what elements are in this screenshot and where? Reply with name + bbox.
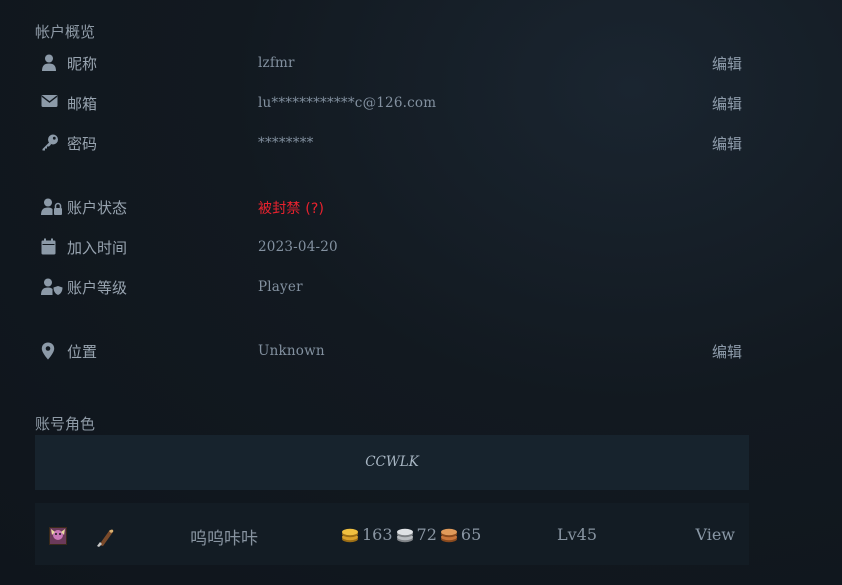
characters-title: 账号角色 [35, 415, 96, 433]
overview-title: 帐户概览 [35, 23, 96, 41]
status-badge[interactable]: 被封禁 (?) [258, 198, 324, 218]
user-icon [41, 54, 61, 72]
account-level-row: 账户等级 Player [35, 275, 749, 299]
user-lock-icon [41, 198, 62, 216]
email-value: lu************c@126.com [258, 95, 437, 111]
joined-label: 加入时间 [67, 239, 128, 257]
gold-coin-icon [340, 524, 360, 544]
nickname-value: lzfmr [258, 55, 295, 71]
password-label: 密码 [67, 135, 98, 153]
copper-amount: 65 [460, 524, 482, 544]
character-name: 呜呜咔咔 [190, 529, 258, 549]
calendar-icon [41, 238, 61, 256]
edit-password-button[interactable]: 编辑 [712, 133, 742, 154]
email-label: 邮箱 [67, 95, 98, 113]
status-row: 账户状态 被封禁 (?) [35, 195, 749, 219]
map-pin-icon [41, 342, 61, 360]
email-row: 邮箱 lu************c@126.com 编辑 [35, 91, 749, 115]
location-label: 位置 [67, 343, 98, 361]
joined-row: 加入时间 2023-04-20 [35, 235, 749, 259]
character-row: 呜呜咔咔 163 72 65 Lv45 View [35, 503, 749, 565]
user-shield-icon [41, 278, 63, 296]
account-level-label: 账户等级 [67, 279, 128, 297]
nickname-label: 昵称 [67, 55, 98, 73]
nickname-row: 昵称 lzfmr 编辑 [35, 51, 749, 75]
edit-email-button[interactable]: 编辑 [712, 93, 742, 114]
location-value: Unknown [258, 343, 325, 359]
view-character-button[interactable]: View [695, 525, 735, 544]
location-row: 位置 Unknown 编辑 [35, 339, 749, 363]
key-icon [41, 134, 61, 152]
status-label: 账户状态 [67, 199, 128, 217]
character-money: 163 72 65 [340, 524, 481, 544]
account-level-value: Player [258, 279, 303, 295]
gold-amount: 163 [362, 524, 393, 544]
joined-value: 2023-04-20 [258, 239, 338, 255]
realm-name: CCWLK [365, 454, 419, 470]
password-row: 密码 ******** 编辑 [35, 131, 749, 155]
race-icon [49, 527, 67, 545]
password-value: ******** [258, 135, 314, 151]
copper-coin-icon [439, 524, 459, 544]
edit-nickname-button[interactable]: 编辑 [712, 53, 742, 74]
realm-header: CCWLK [35, 435, 749, 490]
silver-amount: 72 [416, 524, 437, 544]
class-icon [95, 527, 115, 547]
character-level: Lv45 [557, 525, 598, 544]
envelope-icon [41, 94, 61, 112]
edit-location-button[interactable]: 编辑 [712, 341, 742, 362]
silver-coin-icon [395, 524, 415, 544]
